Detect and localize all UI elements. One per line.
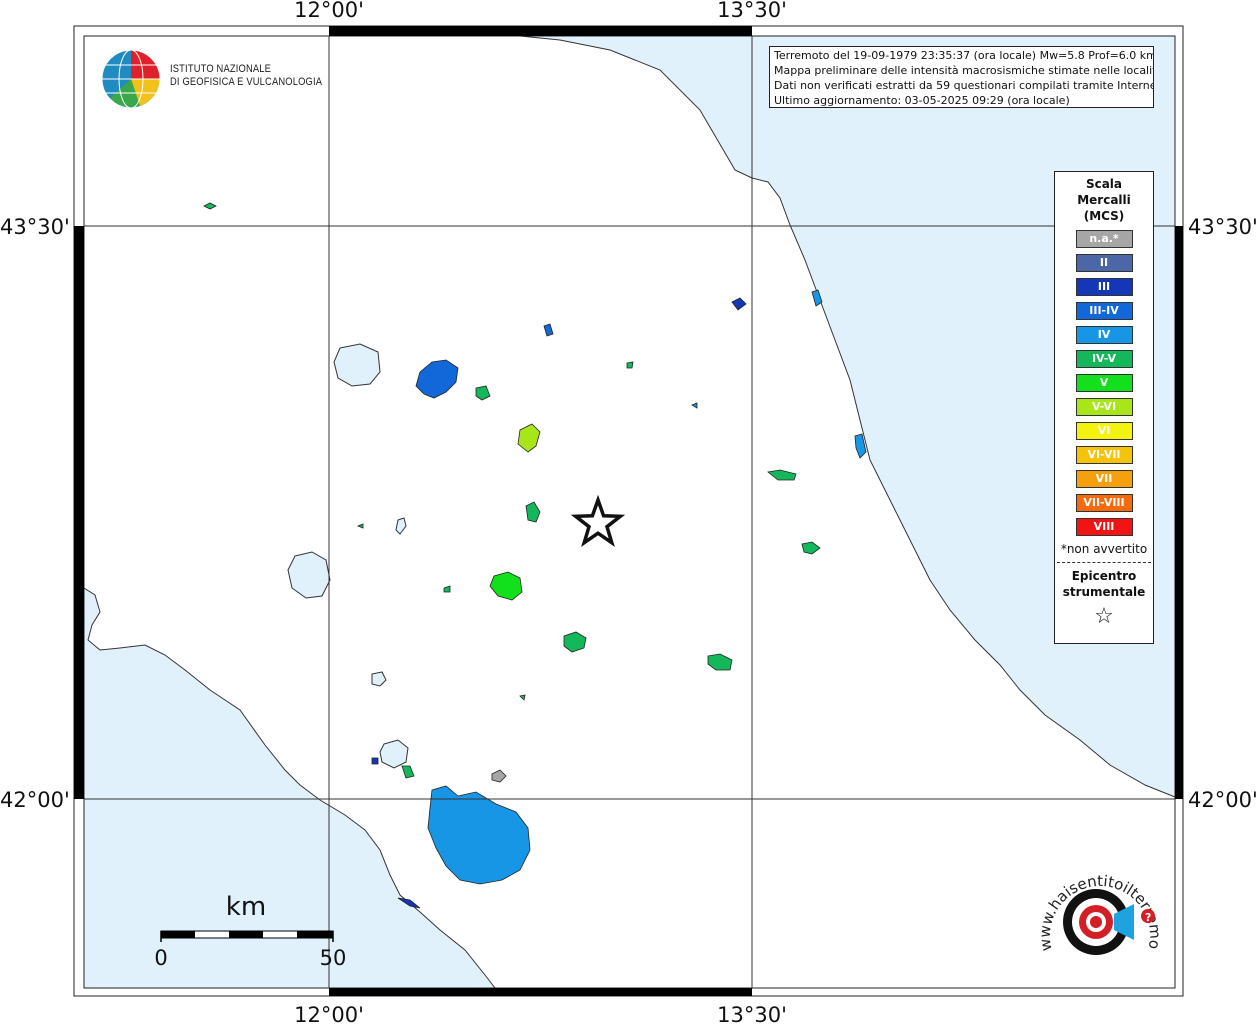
event-info-line3: Dati non verificati estratti da 59 quest… [774,79,1154,92]
event-info-box: Terremoto del 19-09-1979 23:35:37 (ora l… [769,46,1154,108]
event-info-line2: Mappa preliminare delle intensità macros… [774,64,1154,77]
legend-item: III [1075,278,1133,296]
ingv-name-line1: ISTITUTO NAZIONALE [170,63,272,75]
legend-title-line3: (MCS) [1083,209,1125,223]
legend-item: VII-VIII [1075,494,1133,512]
legend-item: III-IV [1075,302,1133,320]
svg-text:?: ? [1145,911,1151,924]
legend-epicenter-label: Epicentro strumentale [1055,568,1153,600]
scale-start: 0 [154,946,167,970]
haisentito-logo-icon: www.haisentitoilterremoto.it ? [1032,844,1164,955]
haisentito-logo: www.haisentitoilterremoto.it ? [1032,844,1166,978]
lon-label-top-right: 13°30' [717,0,787,22]
legend-item: VIII [1075,518,1133,536]
legend-divider [1057,562,1151,563]
lon-label-bottom-left: 12°00' [294,1003,364,1024]
legend-title: Scala Mercalli (MCS) [1055,176,1153,224]
legend-item: n.a.* [1075,230,1133,248]
event-info-line1: Terremoto del 19-09-1979 23:35:37 (ora l… [774,49,1154,62]
lon-label-bottom-right: 13°30' [717,1003,787,1024]
intensity-patch [626,361,634,369]
event-info-line4: Ultimo aggiornamento: 03-05-2025 09:29 (… [774,94,1070,107]
legend-item: V [1075,374,1133,392]
legend-items: n.a.* II III III-IV IV IV-V V V-VI VI VI-VII VII VI… [1055,230,1153,536]
legend-item: IV-V [1075,350,1133,368]
legend-epicenter-line1: Epicentro [1071,569,1137,583]
lat-label-left-bottom: 42°00' [0,788,70,812]
scale-unit: km [226,892,266,922]
ingv-globe-icon [101,49,161,109]
scale-end: 50 [320,946,347,970]
lake-trasimeno [333,343,381,387]
legend-item: VI-VII [1075,446,1133,464]
lat-label-right-bottom: 42°00' [1188,788,1256,812]
ingv-name-line2: DI GEOFISICA E VULCANOLOGIA [170,76,323,88]
legend-title-line1: Scala [1085,177,1123,191]
intensity-legend: Scala Mercalli (MCS) n.a.* II III III-IV IV I… [1054,171,1154,644]
legend-item: VI [1075,422,1133,440]
legend-epicenter-line2: strumentale [1062,585,1146,599]
star-icon: ☆ [1094,604,1114,629]
ingv-logo: ISTITUTO NAZIONALE DI GEOFISICA E VULCAN… [100,48,322,110]
lon-label-top-left: 12°00' [294,0,364,22]
ingv-name: ISTITUTO NAZIONALE DI GEOFISICA E VULCAN… [170,63,322,89]
legend-title-line2: Mercalli [1077,193,1131,207]
legend-item: V-VI [1075,398,1133,416]
lat-label-left-top: 43°30' [0,215,70,239]
legend-item: VII [1075,470,1133,488]
intensity-patch [371,757,379,765]
legend-item: II [1075,254,1133,272]
legend-note: *non avvertito [1060,542,1148,556]
lat-label-right-top: 43°30' [1188,215,1256,239]
legend-item: IV [1075,326,1133,344]
